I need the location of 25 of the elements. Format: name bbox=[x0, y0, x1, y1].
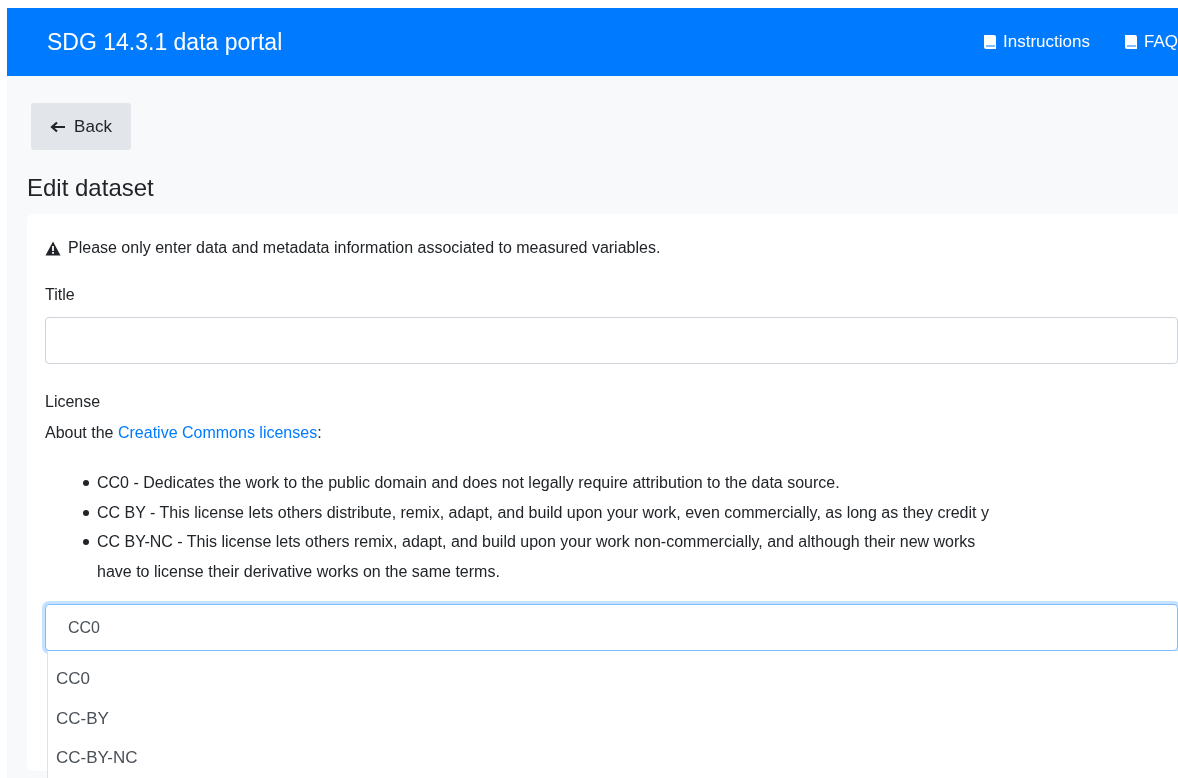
left-arrow-icon bbox=[50, 120, 67, 133]
field-label: License bbox=[45, 393, 102, 411]
brand-title[interactable]: SDG 14.3.1 data portal bbox=[47, 28, 283, 56]
notice-text: Please only enter data and metadata information associated to measured variables. bbox=[68, 239, 661, 257]
about-text: About the Creative Commons licenses: bbox=[45, 424, 323, 442]
creative-commons-link[interactable]: Creative Commons licenses bbox=[117, 424, 318, 441]
license-description: CC BY-NC - This license lets others remix, adapt, and build upon your work non-commercially, and although their new works have to license their derivative works on the same terms. bbox=[97, 532, 976, 582]
license-description: CC0 - Dedicates the work to the public domain and does not legally require attribution to the data source. bbox=[97, 473, 840, 493]
page-heading: Edit dataset bbox=[27, 174, 155, 202]
bullet-dot bbox=[83, 480, 89, 486]
bullet-dot bbox=[83, 509, 89, 516]
license-select[interactable]: CC0 bbox=[45, 604, 1178, 651]
field-label: Title bbox=[45, 286, 76, 304]
dropdown-option[interactable]: CC-BY bbox=[48, 698, 1178, 738]
book-icon bbox=[983, 34, 998, 50]
title-input[interactable] bbox=[45, 317, 1178, 364]
license-description: CC BY - This license lets others distribute, remix, adapt, and build upon your work, even commercially, as long as they credit y bbox=[97, 502, 989, 523]
dropdown-option[interactable]: CC0 bbox=[48, 659, 1178, 699]
back-button[interactable]: Back bbox=[31, 103, 131, 150]
nav-link[interactable]: FAQ bbox=[1124, 32, 1178, 52]
book-icon bbox=[1124, 34, 1138, 50]
dropdown-option[interactable]: CC-BY-NC bbox=[48, 738, 1178, 778]
bullet-dot bbox=[83, 539, 89, 545]
nav-link[interactable]: Instructions bbox=[983, 32, 1090, 52]
warning-icon bbox=[45, 240, 61, 256]
